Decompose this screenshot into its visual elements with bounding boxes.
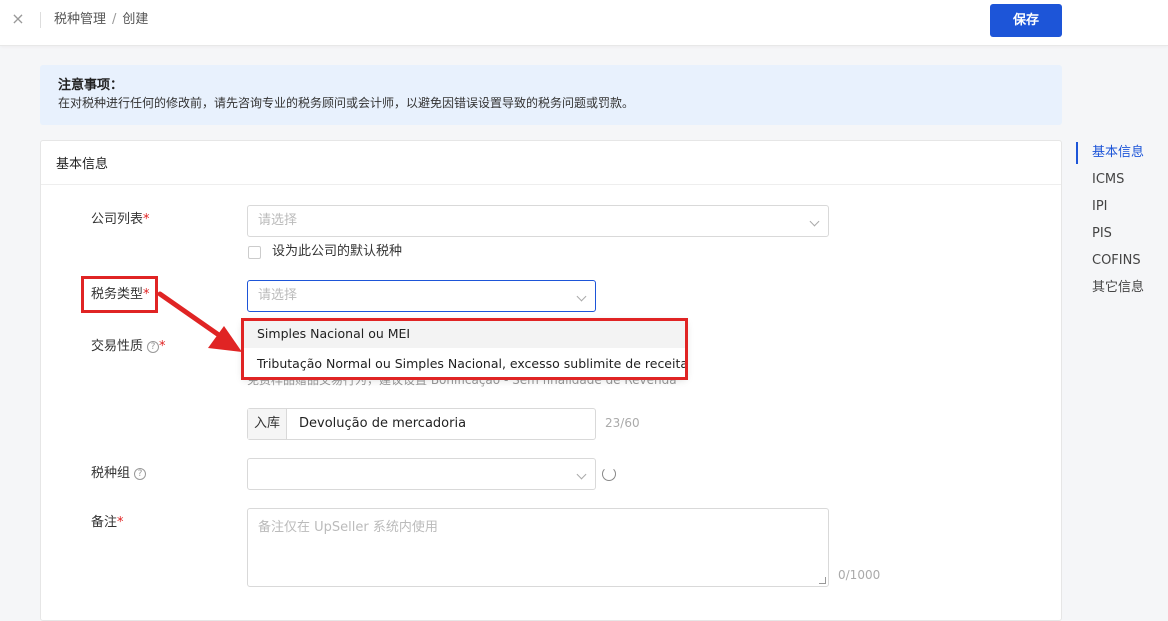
breadcrumb-current: 创建 [122,12,149,27]
tax-group-select[interactable] [247,458,596,490]
refresh-icon[interactable] [602,467,616,481]
section-title: 基本信息 [41,141,1061,185]
toc-item-other-info[interactable]: 其它信息 [1092,280,1144,296]
chevron-down-icon [576,469,587,480]
tax-type-select[interactable]: 请选择 [247,280,596,312]
inbound-addon: 入库 [248,409,287,439]
chevron-down-icon [809,216,820,227]
toc-item-basic-info[interactable]: 基本信息 [1092,145,1144,161]
toc-item-ipi[interactable]: IPI [1092,199,1108,215]
divider [40,12,41,28]
transaction-label-text: 交易性质 [91,339,144,354]
save-button[interactable]: 保存 [990,4,1062,37]
breadcrumb: 税种管理 / 创建 [54,12,148,28]
top-bar: × 税种管理 / 创建 保存 [0,0,1168,46]
toc-item-icms[interactable]: ICMS [1092,172,1124,188]
resize-handle-icon[interactable] [819,577,826,584]
remark-label-text: 备注 [91,515,118,530]
remark-placeholder: 备注仅在 UpSeller 系统内使用 [258,520,438,535]
default-tax-checkbox[interactable] [248,246,261,259]
remark-textarea[interactable]: 备注仅在 UpSeller 系统内使用 [247,508,829,587]
toc-item-pis[interactable]: PIS [1092,226,1112,242]
tax-group-label: 税种组? [91,466,147,482]
toc-item-cofins[interactable]: COFINS [1092,253,1141,269]
close-icon[interactable]: × [10,9,26,29]
remark-label: 备注* [91,515,124,531]
inbound-reason-input[interactable]: 入库 Devolução de mercadoria [247,408,596,440]
breadcrumb-separator: / [112,12,117,27]
company-select[interactable]: 请选择 [247,205,829,237]
remark-counter: 0/1000 [838,568,881,582]
breadcrumb-parent[interactable]: 税种管理 [54,12,106,27]
notice-text: 在对税种进行任何的修改前，请先咨询专业的税务顾问或会计师，以避免因错误设置导致的… [58,96,635,110]
help-icon[interactable]: ? [134,467,147,480]
notice-title: 注意事项： [58,78,124,93]
highlight-box-dropdown [241,318,688,380]
toc-active-indicator [1076,142,1078,164]
company-label-text: 公司列表 [91,212,144,227]
company-select-placeholder: 请选择 [258,213,298,228]
required-mark: * [117,515,124,530]
default-tax-checkbox-label[interactable]: 设为此公司的默认税种 [272,244,402,260]
notice-banner: 注意事项： 在对税种进行任何的修改前，请先咨询专业的税务顾问或会计师，以避免因错… [40,65,1062,125]
tax-type-select-placeholder: 请选择 [258,288,298,303]
highlight-box-label [81,276,158,313]
annotation-arrow-icon [157,291,242,352]
tax-group-label-text: 税种组 [91,466,131,481]
inbound-counter: 23/60 [605,416,640,430]
inbound-reason-value: Devolução de mercadoria [299,416,467,431]
required-mark: * [143,212,150,227]
chevron-down-icon [576,291,587,302]
company-label: 公司列表* [91,212,150,228]
